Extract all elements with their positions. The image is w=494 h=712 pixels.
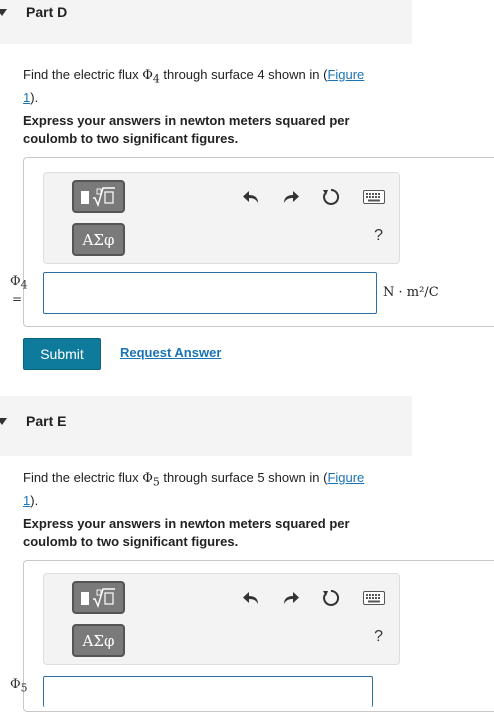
templates-icon [80, 186, 115, 207]
reset-icon[interactable] [320, 186, 342, 208]
figure-link[interactable]: Figure [327, 67, 364, 82]
part-d-question: Find the electric flux Φ4 through surfac… [23, 67, 365, 105]
part-d-title: Part D [26, 4, 68, 20]
part-e-header[interactable]: Part E [0, 396, 412, 456]
collapse-caret-icon[interactable] [0, 9, 7, 16]
submit-button[interactable]: Submit [23, 338, 101, 370]
undo-icon[interactable] [240, 186, 262, 208]
reset-icon[interactable] [320, 587, 342, 609]
part-d-instruction: Express your answers in newton meters sq… [23, 113, 350, 146]
templates-button[interactable] [72, 180, 125, 213]
request-answer-link[interactable]: Request Answer [120, 345, 221, 360]
part-d-header[interactable]: Part D [0, 0, 412, 44]
part-e-answer-input[interactable] [43, 676, 373, 707]
help-button[interactable]: ? [374, 227, 383, 245]
part-d-answer-input[interactable] [43, 272, 377, 314]
keyboard-icon[interactable] [362, 186, 386, 208]
part-e-toolbar: ΑΣφ ? [43, 573, 400, 665]
templates-icon [80, 587, 115, 608]
part-e-variable-label: Φ5 [10, 677, 28, 695]
part-e-instruction: Express your answers in newton meters sq… [23, 516, 350, 549]
part-e-question: Find the electric flux Φ5 through surfac… [23, 470, 365, 508]
part-d-variable-label: Φ4 = [10, 274, 28, 306]
redo-icon[interactable] [280, 186, 302, 208]
part-d-units: N · m²/C [383, 285, 439, 300]
greek-symbols-button[interactable]: ΑΣφ [72, 223, 125, 256]
figure-link[interactable]: Figure [327, 470, 364, 485]
part-e-title: Part E [26, 413, 67, 429]
templates-button[interactable] [72, 581, 125, 614]
part-d-toolbar: ΑΣφ ? [43, 172, 400, 264]
collapse-caret-icon[interactable] [0, 418, 7, 425]
keyboard-icon[interactable] [362, 587, 386, 609]
greek-symbols-button[interactable]: ΑΣφ [72, 624, 125, 657]
redo-icon[interactable] [280, 587, 302, 609]
undo-icon[interactable] [240, 587, 262, 609]
help-button[interactable]: ? [374, 628, 383, 646]
